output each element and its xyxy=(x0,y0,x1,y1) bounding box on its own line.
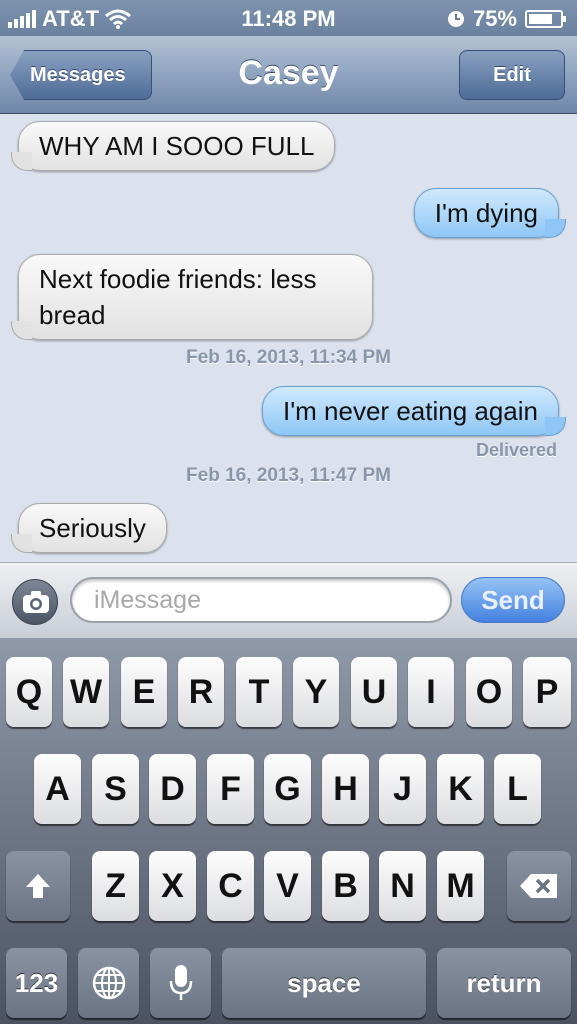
key-k[interactable]: K xyxy=(437,754,484,824)
key-j[interactable]: J xyxy=(379,754,426,824)
navigation-bar: Messages Casey Edit xyxy=(0,36,577,114)
key-c[interactable]: C xyxy=(207,851,254,921)
timestamp: Feb 16, 2013, 11:34 PM xyxy=(186,347,391,368)
key-o[interactable]: O xyxy=(466,657,512,727)
message-bubble-outgoing[interactable]: I'm dying xyxy=(413,188,567,238)
key-u[interactable]: U xyxy=(351,657,397,727)
key-q[interactable]: Q xyxy=(6,657,52,727)
status-bar: AT&T 11:48 PM 75% xyxy=(0,0,577,36)
key-t[interactable]: T xyxy=(236,657,282,727)
battery-level xyxy=(529,14,552,24)
camera-button[interactable] xyxy=(12,579,58,625)
key-w[interactable]: W xyxy=(63,657,109,727)
imessage-input[interactable] xyxy=(70,577,452,623)
shift-key[interactable] xyxy=(6,851,70,921)
key-d[interactable]: D xyxy=(149,754,196,824)
key-a[interactable]: A xyxy=(34,754,81,824)
key-m[interactable]: M xyxy=(437,851,484,921)
globe-icon xyxy=(92,966,125,1000)
battery-icon xyxy=(525,10,566,28)
status-right: 75% xyxy=(447,6,566,32)
key-y[interactable]: Y xyxy=(293,657,339,727)
key-x[interactable]: X xyxy=(149,851,196,921)
key-r[interactable]: R xyxy=(178,657,224,727)
message-bubble-incoming[interactable]: WHY AM I SOOO FULL xyxy=(10,121,336,171)
clock-icon xyxy=(447,11,464,27)
message-bubble-outgoing[interactable]: I'm never eating again xyxy=(261,386,567,436)
return-key[interactable]: return xyxy=(437,948,571,1018)
timestamp: Feb 16, 2013, 11:47 PM xyxy=(186,465,391,486)
key-h[interactable]: H xyxy=(322,754,369,824)
key-v[interactable]: V xyxy=(264,851,311,921)
microphone-icon xyxy=(169,965,192,1000)
dictation-key[interactable] xyxy=(150,948,211,1018)
edit-button[interactable]: Edit xyxy=(459,50,565,100)
key-f[interactable]: F xyxy=(207,754,254,824)
key-i[interactable]: I xyxy=(408,657,454,727)
message-bubble-incoming[interactable]: Seriously xyxy=(11,503,167,553)
key-l[interactable]: L xyxy=(494,754,541,824)
delete-key[interactable] xyxy=(507,851,571,921)
key-z[interactable]: Z xyxy=(92,851,139,921)
message-composer: Send xyxy=(0,562,577,638)
backspace-icon xyxy=(520,874,557,898)
camera-icon xyxy=(23,591,49,613)
keyboard: Q W E R T Y U I O P A S D F G H J K L Z … xyxy=(0,638,577,1024)
numbers-key[interactable]: 123 xyxy=(6,948,67,1018)
key-n[interactable]: N xyxy=(379,851,426,921)
conversation-thread[interactable]: WHY AM I SOOO FULL I'm dying Next foodie… xyxy=(0,115,577,562)
shift-icon xyxy=(26,874,50,898)
send-button[interactable]: Send xyxy=(461,577,565,623)
key-s[interactable]: S xyxy=(92,754,139,824)
battery-percent: 75% xyxy=(472,6,517,31)
key-b[interactable]: B xyxy=(322,851,369,921)
globe-key[interactable] xyxy=(78,948,139,1018)
message-bubble-incoming[interactable]: Next foodie friends: less bread xyxy=(11,254,373,340)
key-p[interactable]: P xyxy=(523,657,571,727)
key-e[interactable]: E xyxy=(121,657,167,727)
delivered-label: Delivered xyxy=(475,440,557,460)
space-key[interactable]: space xyxy=(222,948,426,1018)
key-g[interactable]: G xyxy=(264,754,311,824)
